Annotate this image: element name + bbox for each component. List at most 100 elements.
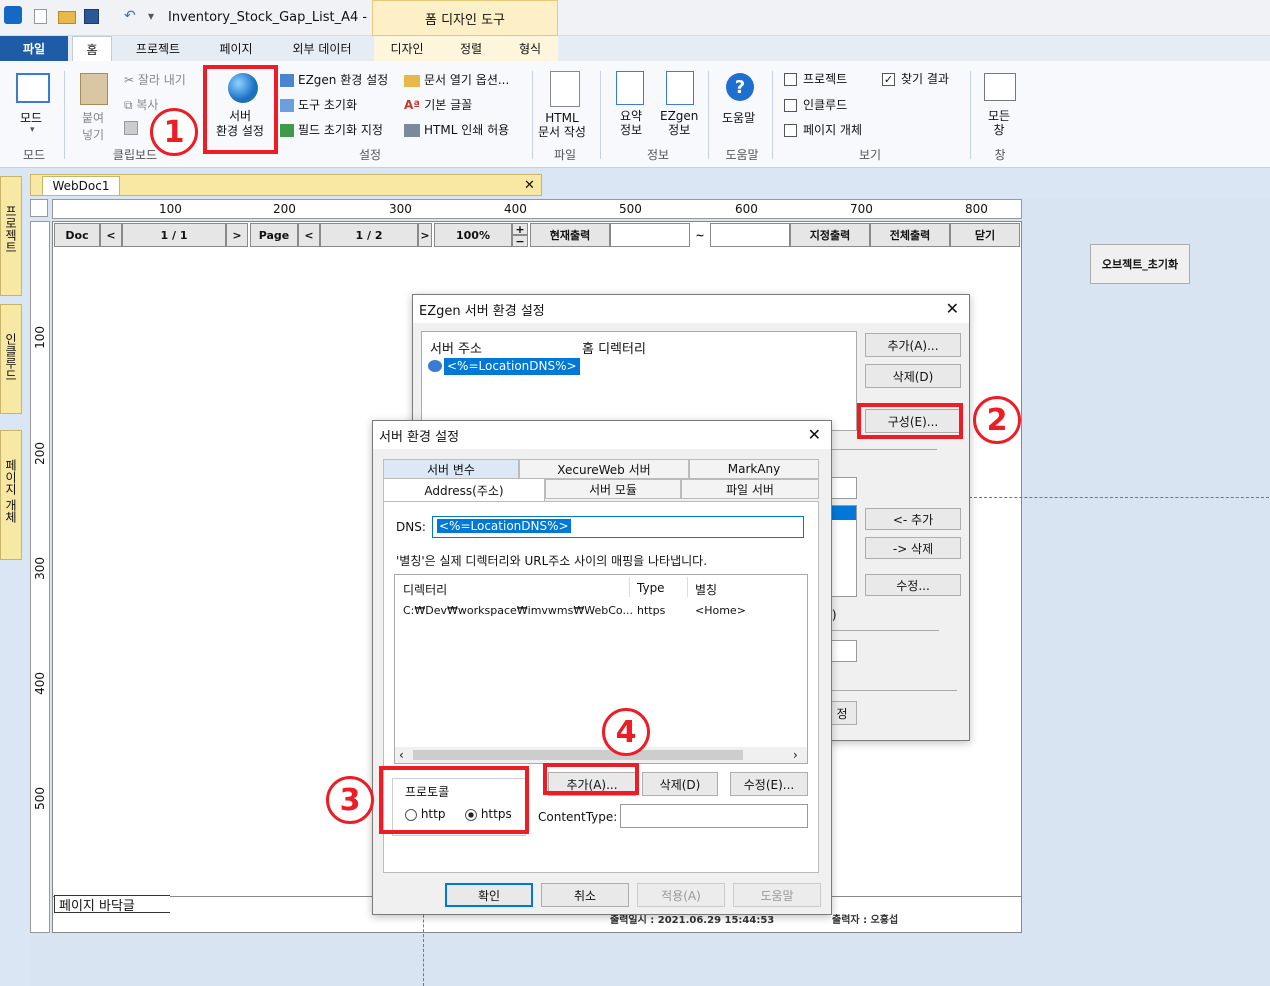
dir-row-path[interactable]: C:₩Dev₩workspace₩imvwms₩WebCo... (403, 604, 633, 617)
mode-dropdown-icon[interactable]: ▾ (30, 125, 35, 135)
scroll-left-icon[interactable]: ‹ (399, 748, 404, 762)
close-viewer-button[interactable]: 닫기 (950, 223, 1020, 247)
directory-list[interactable]: 디렉터리 Type 별칭 C:₩Dev₩workspace₩imvwms₩Web… (394, 574, 808, 764)
tab-design[interactable]: 디자인 (374, 36, 440, 61)
all-print-button[interactable]: 전체출력 (870, 223, 950, 247)
tab-format[interactable]: 형식 (502, 36, 558, 61)
ok-button[interactable]: 확인 (445, 883, 533, 907)
qat-menu-icon[interactable]: ▾ (148, 9, 154, 23)
dialog1-edit-button[interactable]: 수정... (865, 574, 961, 596)
tab-server-variables[interactable]: 서버 변수 (383, 459, 519, 479)
dns-input[interactable]: <%=LocationDNS%> (432, 516, 804, 538)
format-painter-icon[interactable] (124, 121, 138, 135)
range-to-input[interactable] (710, 223, 790, 247)
cut-label: 잘라 내기 (137, 73, 186, 87)
dialog1-delete-button[interactable]: 삭제(D) (865, 364, 961, 388)
zoom-in-button[interactable]: + (512, 223, 528, 236)
contenttype-input[interactable] (620, 804, 808, 828)
summary-info-label[interactable]: 요약 정보 (620, 109, 642, 137)
tab-arrange[interactable]: 정렬 (440, 36, 502, 61)
horizontal-scrollbar[interactable]: ‹ › (395, 747, 807, 763)
current-print-button[interactable]: 현재출력 (530, 223, 610, 247)
range-print-button[interactable]: 지정출력 (790, 223, 870, 247)
dialog1-remove-arrow-button[interactable]: -> 삭제 (865, 537, 961, 559)
all-windows-icon[interactable] (984, 73, 1016, 101)
side-panel-page-object[interactable]: 페이지 개체 (0, 430, 22, 560)
tab-project[interactable]: 프로젝트 (122, 36, 194, 61)
col-alias: 별칭 (695, 583, 718, 597)
tab-page[interactable]: 페이지 (206, 36, 266, 61)
summary-info-icon[interactable] (616, 71, 644, 105)
view-project-label: 프로젝트 (803, 72, 848, 86)
mode-icon[interactable] (16, 73, 50, 103)
tab-xecureweb-server[interactable]: XecureWeb 서버 (519, 459, 689, 479)
view-find-results-label: 찾기 결과 (901, 72, 949, 86)
app-icon[interactable] (4, 6, 22, 24)
server-list[interactable]: 서버 주소 홈 디렉터리 <%=LocationDNS%> (421, 331, 857, 431)
zoom-out-button[interactable]: − (512, 235, 528, 248)
separator (970, 71, 971, 159)
all-windows-label[interactable]: 모든 창 (988, 109, 1010, 137)
help-label[interactable]: 도움말 (722, 109, 755, 126)
scroll-thumb[interactable] (413, 750, 743, 760)
view-find-results-checkbox[interactable]: ✓ 찾기 결과 (882, 70, 949, 87)
toolbar-doc-prev[interactable]: < (100, 223, 122, 247)
copy-button[interactable]: ⧉ 복사 (124, 96, 158, 113)
toolbar-page-next[interactable]: > (418, 223, 432, 247)
dir-row-alias[interactable]: <Home> (695, 604, 746, 617)
dialog1-close-icon[interactable]: ✕ (946, 299, 959, 318)
dialog1-add-arrow-button[interactable]: <- 추가 (865, 508, 961, 530)
doc-tab-webdoc1[interactable]: WebDoc1 (42, 176, 120, 196)
tab-server-module[interactable]: 서버 모듈 (545, 479, 681, 499)
ezgen-info-icon[interactable] (666, 71, 694, 105)
dialog2-edit-button[interactable]: 수정(E)... (730, 772, 808, 796)
toolbar-doc-next[interactable]: > (226, 223, 248, 247)
toolbar-zoom[interactable]: 100% (434, 223, 512, 247)
field-init-button[interactable]: 필드 초기화 지정 (280, 121, 383, 138)
tab-home[interactable]: 홈 (72, 36, 112, 61)
tab-external-data[interactable]: 외부 데이터 (276, 36, 368, 61)
side-panel-include[interactable]: 인클루드 (0, 304, 22, 414)
dir-row-type[interactable]: https (637, 604, 665, 617)
view-project-checkbox[interactable]: 프로젝트 (784, 70, 847, 87)
dns-value: <%=LocationDNS%> (437, 519, 571, 533)
tab-file[interactable]: 파일 (0, 36, 68, 61)
ezgen-info-label[interactable]: EZgen 정보 (660, 109, 698, 137)
dialog2-delete-button[interactable]: 삭제(D) (642, 772, 718, 796)
dialog1-add-button[interactable]: 추가(A)... (865, 333, 961, 357)
help-icon[interactable]: ? (726, 73, 754, 101)
col-server-address: 서버 주소 (430, 342, 482, 357)
object-init-button[interactable]: 오브젝트_초기화 (1090, 244, 1190, 284)
scroll-right-icon[interactable]: › (793, 748, 798, 762)
dialog2-close-icon[interactable]: ✕ (808, 425, 821, 444)
paste-button-label[interactable]: 붙여 넣기 (82, 109, 104, 143)
view-include-checkbox[interactable]: 인클루드 (784, 96, 847, 113)
tab-markany[interactable]: MarkAny (689, 459, 819, 479)
save-icon[interactable] (84, 9, 99, 24)
page-footer-tab[interactable]: 페이지 바닥글 (54, 895, 170, 914)
toolbar-page-prev[interactable]: < (298, 223, 320, 247)
ezgen-env-button[interactable]: EZgen 환경 설정 (280, 71, 388, 88)
undo-icon[interactable]: ↶ (124, 8, 136, 24)
cancel-button[interactable]: 취소 (541, 883, 629, 907)
cut-button[interactable]: ✂ 잘라 내기 (124, 71, 186, 88)
view-page-object-checkbox[interactable]: 페이지 개체 (784, 121, 862, 138)
paste-icon[interactable] (80, 73, 108, 105)
open-folder-icon[interactable] (58, 11, 76, 24)
new-icon[interactable] (34, 9, 47, 24)
html-print-button[interactable]: HTML 인쇄 허용 (404, 121, 509, 138)
html-doc-label[interactable]: HTML 문서 작성 (538, 111, 586, 139)
server-row-selected[interactable]: <%=LocationDNS%> (444, 358, 580, 375)
doc-open-options-button[interactable]: 문서 열기 옵션... (404, 71, 509, 88)
checkmark-icon: ✓ (882, 73, 895, 86)
side-panel-project[interactable]: 프로젝트 (0, 176, 22, 296)
base-font-button[interactable]: Aª 기본 글꼴 (404, 96, 472, 113)
dialog2-help-button[interactable]: 도움말 (733, 883, 821, 907)
tab-file-server[interactable]: 파일 서버 (681, 479, 819, 499)
range-from-input[interactable] (610, 223, 690, 247)
doc-close-icon[interactable]: ✕ (524, 178, 535, 193)
html-doc-icon[interactable] (550, 71, 580, 107)
tab-address[interactable]: Address(주소) (383, 478, 545, 502)
tool-init-button[interactable]: 도구 초기화 (280, 96, 357, 113)
mode-button-label[interactable]: 모드 (20, 109, 42, 126)
